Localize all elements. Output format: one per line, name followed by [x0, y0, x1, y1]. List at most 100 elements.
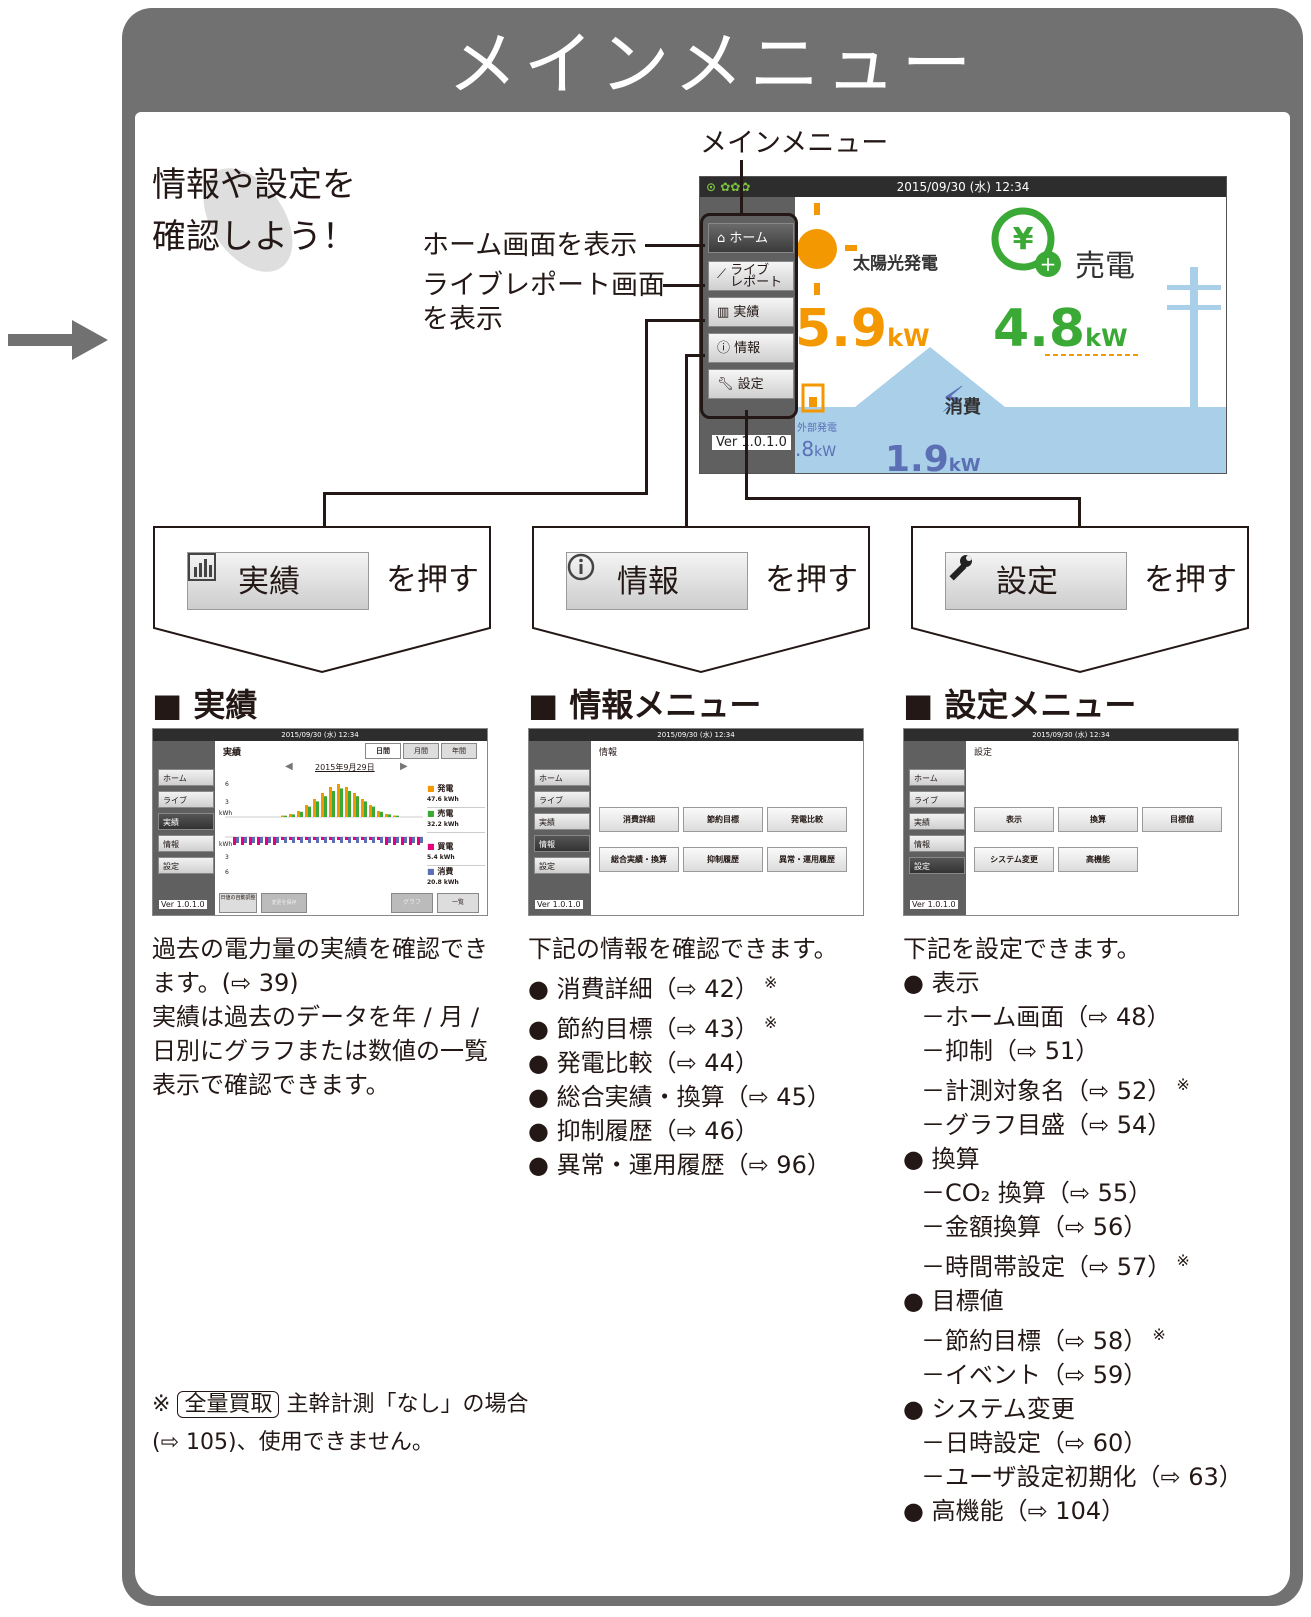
- external-value: .8kW: [795, 437, 837, 461]
- results-button[interactable]: 実績: [187, 552, 369, 610]
- connector-mainmenu: [740, 160, 743, 216]
- graph-button[interactable]: グラフ: [391, 893, 433, 913]
- sell-bar: [364, 801, 367, 817]
- sell-bar: [356, 796, 359, 817]
- generation-bar: [377, 811, 380, 817]
- heading-results: ■ 実績: [152, 686, 258, 724]
- connector-info-h: [685, 354, 705, 357]
- mini-menu-info[interactable]: 情報: [534, 835, 590, 852]
- next-icon[interactable]: ▶: [400, 761, 408, 772]
- mini-menu-live[interactable]: ライブ: [909, 791, 965, 808]
- target-value-button[interactable]: 目標値: [1142, 807, 1222, 832]
- sell-bar: [372, 806, 375, 817]
- push-label: を押す: [765, 562, 858, 598]
- tab-yearly[interactable]: 年間: [441, 743, 477, 759]
- consume-bar: [316, 837, 319, 843]
- label-live-report-1: ライブレポート画面: [422, 270, 665, 301]
- consumption-detail-button[interactable]: 消費詳細: [599, 807, 679, 832]
- bar-chart-icon: [188, 553, 216, 581]
- suppression-history-button[interactable]: 抑制履歴: [683, 847, 763, 872]
- tab-monthly[interactable]: 月間: [403, 743, 439, 759]
- mini-menu-results[interactable]: 実績: [158, 813, 214, 830]
- error-history-button[interactable]: 異常・運用履歴: [767, 847, 847, 872]
- solar-value: 5.9kW: [795, 299, 930, 359]
- mini-menu-live[interactable]: ライブ: [158, 791, 214, 808]
- connector-results-h: [645, 319, 705, 322]
- settings-screenshot: 2015/09/30 (水) 12:34 ホーム ライブ 実績 情報 設定 Ve…: [903, 728, 1239, 916]
- save-changes-button[interactable]: 変更を保存: [261, 893, 307, 913]
- mini-bar-chart: [225, 784, 423, 845]
- results-description: 過去の電力量の実績を確認でき ます。(⇨ 39) 実績は過去のデータを年 / 月…: [152, 932, 488, 1102]
- mini-title: 情報: [599, 748, 618, 758]
- list-item: ● 高機能（⇨ 104）: [903, 1497, 1126, 1525]
- generation-bar: [297, 811, 300, 817]
- generation-bar: [329, 787, 332, 817]
- auto-adjust-button[interactable]: 日値の自動調整: [219, 893, 257, 913]
- list-item: －抑制（⇨ 51）: [921, 1037, 1100, 1065]
- mini-menu-home[interactable]: ホーム: [909, 769, 965, 786]
- info-button[interactable]: 情報: [566, 552, 748, 610]
- advanced-button[interactable]: 高機能: [1058, 847, 1138, 872]
- buy-bar: [289, 837, 292, 840]
- buy-bar: [417, 837, 420, 845]
- buy-bar: [385, 837, 388, 845]
- full-purchase-badge: 全量買取: [177, 1391, 280, 1418]
- list-item: －時間帯設定（⇨ 57） ※: [921, 1251, 1190, 1281]
- mini-sidebar: ホーム ライブ 実績 情報 設定 Ver 1.0.1.0: [529, 741, 591, 915]
- mini-menu-home[interactable]: ホーム: [534, 769, 590, 786]
- mini-menu-results[interactable]: 実績: [909, 813, 965, 830]
- mini-menu-info[interactable]: 情報: [158, 835, 214, 852]
- mini-menu-results[interactable]: 実績: [534, 813, 590, 830]
- heading-settings: ■ 設定メニュー: [903, 686, 1137, 724]
- buy-bar: [257, 837, 260, 845]
- saving-goal-button[interactable]: 節約目標: [683, 807, 763, 832]
- list-item: ● 異常・運用履歴（⇨ 96）: [528, 1151, 831, 1179]
- desc-line: 表示で確認できます。: [152, 1071, 390, 1099]
- consume-bar: [412, 837, 415, 843]
- sell-bar: [380, 811, 383, 817]
- generation-compare-button[interactable]: 発電比較: [767, 807, 847, 832]
- mini-menu-settings[interactable]: 設定: [158, 857, 214, 874]
- display-button[interactable]: 表示: [974, 807, 1054, 832]
- list-item: ● 総合実績・換算（⇨ 45）: [528, 1083, 831, 1111]
- settings-button[interactable]: 設定: [945, 552, 1127, 610]
- list-item: －ホーム画面（⇨ 48）: [921, 1003, 1171, 1031]
- list-item: ● 換算: [903, 1145, 980, 1173]
- sell-bar: [316, 801, 319, 817]
- total-results-button[interactable]: 総合実績・換算: [599, 847, 679, 872]
- prev-icon[interactable]: ◀: [285, 761, 293, 772]
- mini-title: 実績: [223, 748, 242, 758]
- page-title: メインメニュー: [447, 23, 978, 105]
- axis-tick: 3: [225, 854, 229, 861]
- consume-bar: [356, 837, 359, 843]
- external-label: 外部発電: [797, 423, 837, 434]
- mini-status-bar: 2015/09/30 (水) 12:34: [529, 729, 863, 741]
- mini-menu-info[interactable]: 情報: [909, 835, 965, 852]
- mini-menu-home[interactable]: ホーム: [158, 769, 214, 786]
- generation-bar: [337, 784, 340, 817]
- mini-status-bar: 2015/09/30 (水) 12:34: [904, 729, 1238, 741]
- mini-menu-settings[interactable]: 設定: [534, 857, 590, 874]
- footnote-line1: 主幹計測「なし」の場合: [286, 1392, 529, 1417]
- consume-bar: [308, 837, 311, 843]
- generation-bar: [385, 814, 388, 817]
- mini-menu-settings[interactable]: 設定: [909, 857, 965, 874]
- axis-unit: kWh: [219, 841, 233, 848]
- buy-bar: [297, 837, 300, 840]
- desc-line: 実績は過去のデータを年 / 月 /: [152, 1003, 480, 1031]
- buy-bar: [393, 837, 396, 845]
- footnote-mark: ※: [1147, 1325, 1166, 1344]
- conversion-button[interactable]: 換算: [1058, 807, 1138, 832]
- axis-tick: 6: [225, 869, 229, 876]
- consume-bar: [348, 837, 351, 843]
- tab-daily[interactable]: 日間: [365, 743, 401, 759]
- mini-legend: ■ 発電 47.6 kWh ■ 売電 32.2 kWh ■ 買電 5.4 kWh ■ …: [427, 783, 485, 890]
- mini-menu-live[interactable]: ライブ: [534, 791, 590, 808]
- list-button[interactable]: 一覧: [437, 893, 479, 913]
- list-item: －節約目標（⇨ 58） ※: [921, 1325, 1166, 1355]
- list-item: －CO₂ 換算（⇨ 55）: [921, 1179, 1153, 1207]
- system-change-button[interactable]: システム変更: [974, 847, 1054, 872]
- device-status-bar: ⊙ ✿✿✿ 2015/09/30 (水) 12:34: [700, 177, 1226, 197]
- connector-settings-v: [745, 410, 748, 500]
- connector-results-h2: [323, 492, 648, 495]
